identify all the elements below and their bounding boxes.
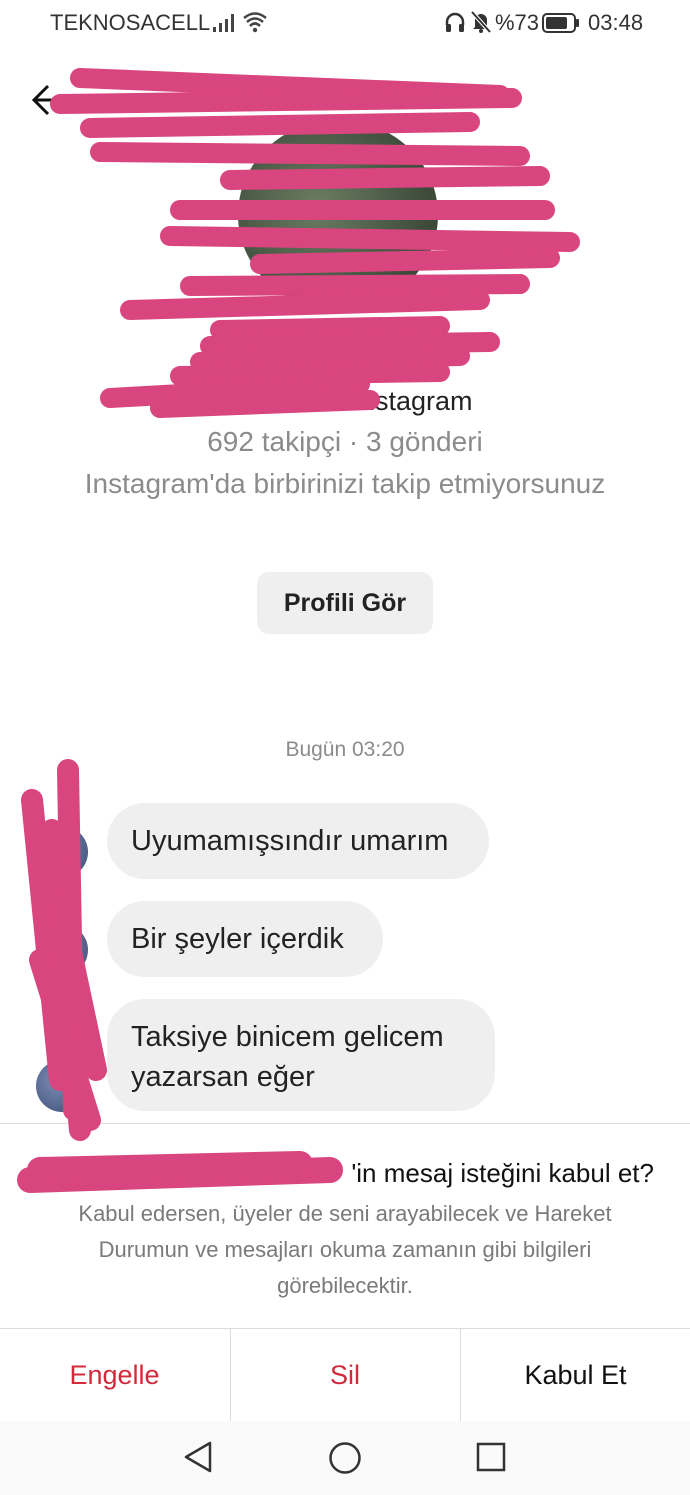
request-title: 'in mesaj isteğini kabul et? bbox=[351, 1158, 654, 1188]
nav-back-icon[interactable] bbox=[182, 1440, 214, 1474]
back-arrow-icon[interactable] bbox=[28, 82, 78, 118]
profile-avatar[interactable] bbox=[238, 120, 438, 310]
battery-percent: %73 bbox=[495, 10, 540, 35]
conversation-timestamp: Bugün 03:20 bbox=[285, 738, 405, 761]
status-bar: TEKNOSACELL %73 03:48 bbox=[0, 0, 690, 48]
message-bubble[interactable]: Taksiye binicem gelicem yazarsan eğer bbox=[107, 999, 495, 1111]
block-button[interactable]: Engelle bbox=[0, 1329, 229, 1421]
sheet-divider bbox=[0, 1123, 690, 1124]
profile-stats: 692 takipçi · 3 gönderi bbox=[207, 426, 483, 457]
status-time: 03:48 bbox=[588, 10, 644, 35]
message-bubble[interactable]: Bir şeyler içerdik bbox=[107, 901, 383, 977]
nav-recent-icon[interactable] bbox=[476, 1442, 506, 1472]
accept-button[interactable]: Kabul Et bbox=[460, 1329, 690, 1421]
request-description: Kabul edersen, üyeler de seni arayabilec… bbox=[78, 1201, 612, 1298]
delete-button[interactable]: Sil bbox=[230, 1329, 459, 1421]
carrier-name: TEKNOSACELL bbox=[50, 10, 211, 35]
battery-icon bbox=[542, 13, 579, 33]
headphone-icon bbox=[445, 12, 465, 32]
message-bubble[interactable]: Uyumamışsındır umarım bbox=[107, 803, 489, 879]
follow-relation-note: Instagram'da birbirinizi takip etmiyorsu… bbox=[84, 468, 606, 499]
view-profile-button[interactable]: Profili Gör bbox=[257, 572, 433, 634]
sender-avatar[interactable] bbox=[36, 826, 88, 878]
sender-avatar[interactable] bbox=[36, 924, 88, 976]
nav-home-icon[interactable] bbox=[328, 1441, 362, 1475]
signal-icon bbox=[213, 14, 234, 32]
mute-icon bbox=[470, 10, 492, 34]
profile-handle: nstagram bbox=[360, 386, 473, 416]
wifi-icon bbox=[243, 12, 267, 33]
sender-avatar[interactable] bbox=[36, 1060, 88, 1112]
